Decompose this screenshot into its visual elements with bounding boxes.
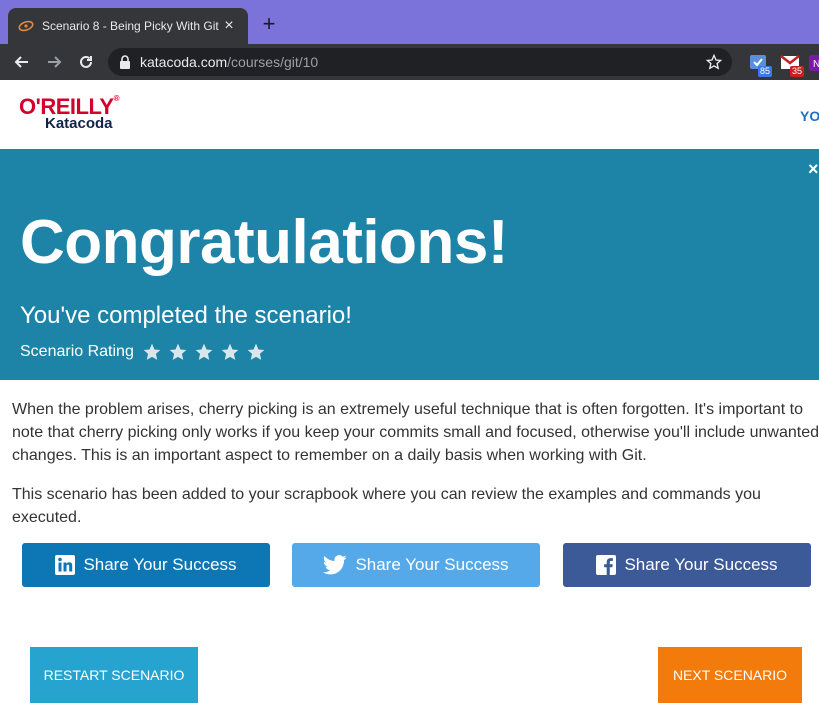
tab-scenario[interactable]: Scenario 8 - Being Picky With Git × (8, 8, 248, 44)
scenario-rating: Scenario Rating (20, 342, 272, 362)
facebook-icon (596, 555, 617, 575)
congratulations-heading: Congratulations! (20, 208, 508, 277)
site-header: O'REILLY® Katacoda YO (0, 80, 819, 149)
rating-star-icon[interactable] (194, 342, 214, 362)
address-bar[interactable]: katacoda.com/courses/git/10 (108, 48, 732, 76)
rating-star-icon[interactable] (168, 342, 188, 362)
onenote-icon[interactable]: N (809, 53, 819, 73)
extension-icon[interactable]: 85 (748, 53, 772, 77)
url-path: /courses/git/10 (227, 54, 319, 70)
next-scenario-button[interactable]: NEXT SCENARIO (658, 647, 802, 703)
scrapbook-paragraph: This scenario has been added to your scr… (12, 486, 761, 526)
bookmark-star-icon[interactable] (704, 52, 724, 72)
share-twitter-label: Share Your Success (355, 555, 509, 574)
katacoda-favicon-icon (18, 18, 34, 34)
tab-title: Scenario 8 - Being Picky With Git (42, 19, 219, 33)
share-linkedin-button[interactable]: Share Your Success (22, 543, 270, 587)
rating-label: Scenario Rating (20, 343, 134, 360)
lock-icon (118, 55, 132, 69)
header-nav-link[interactable]: YO (800, 108, 819, 124)
close-icon[interactable]: × (808, 159, 819, 180)
svg-text:N: N (813, 59, 819, 70)
gmail-icon[interactable]: 35 (780, 53, 804, 77)
rating-star-icon[interactable] (142, 342, 162, 362)
reload-icon[interactable] (74, 50, 98, 74)
restart-scenario-button[interactable]: RESTART SCENARIO (30, 647, 198, 703)
close-tab-icon[interactable]: × (220, 17, 238, 35)
rating-star-icon[interactable] (246, 342, 266, 362)
katacoda-logo[interactable]: Katacoda (45, 115, 113, 132)
gmail-badge: 35 (789, 66, 804, 77)
completion-content: When the problem arises, cherry picking … (12, 398, 819, 545)
tab-strip: Scenario 8 - Being Picky With Git × + (0, 0, 819, 44)
share-linkedin-label: Share Your Success (83, 555, 237, 574)
linkedin-icon (55, 555, 76, 575)
twitter-icon (323, 555, 348, 575)
rating-star-icon[interactable] (220, 342, 240, 362)
browser-toolbar: katacoda.com/courses/git/10 85 35 N (0, 44, 819, 80)
share-facebook-button[interactable]: Share Your Success (563, 543, 811, 587)
rating-stars (142, 342, 272, 362)
summary-paragraph: When the problem arises, cherry picking … (12, 401, 819, 464)
completed-subtitle: You've completed the scenario! (20, 302, 352, 329)
new-tab-button[interactable]: + (258, 13, 280, 35)
completion-banner: × Congratulations! You've completed the … (0, 149, 819, 380)
url-text: katacoda.com/courses/git/10 (140, 54, 318, 70)
share-facebook-label: Share Your Success (624, 555, 778, 574)
url-host: katacoda.com (140, 54, 228, 70)
share-twitter-button[interactable]: Share Your Success (292, 543, 540, 587)
forward-arrow-icon[interactable] (42, 50, 66, 74)
extension-badge: 85 (757, 66, 772, 77)
back-arrow-icon[interactable] (10, 50, 34, 74)
